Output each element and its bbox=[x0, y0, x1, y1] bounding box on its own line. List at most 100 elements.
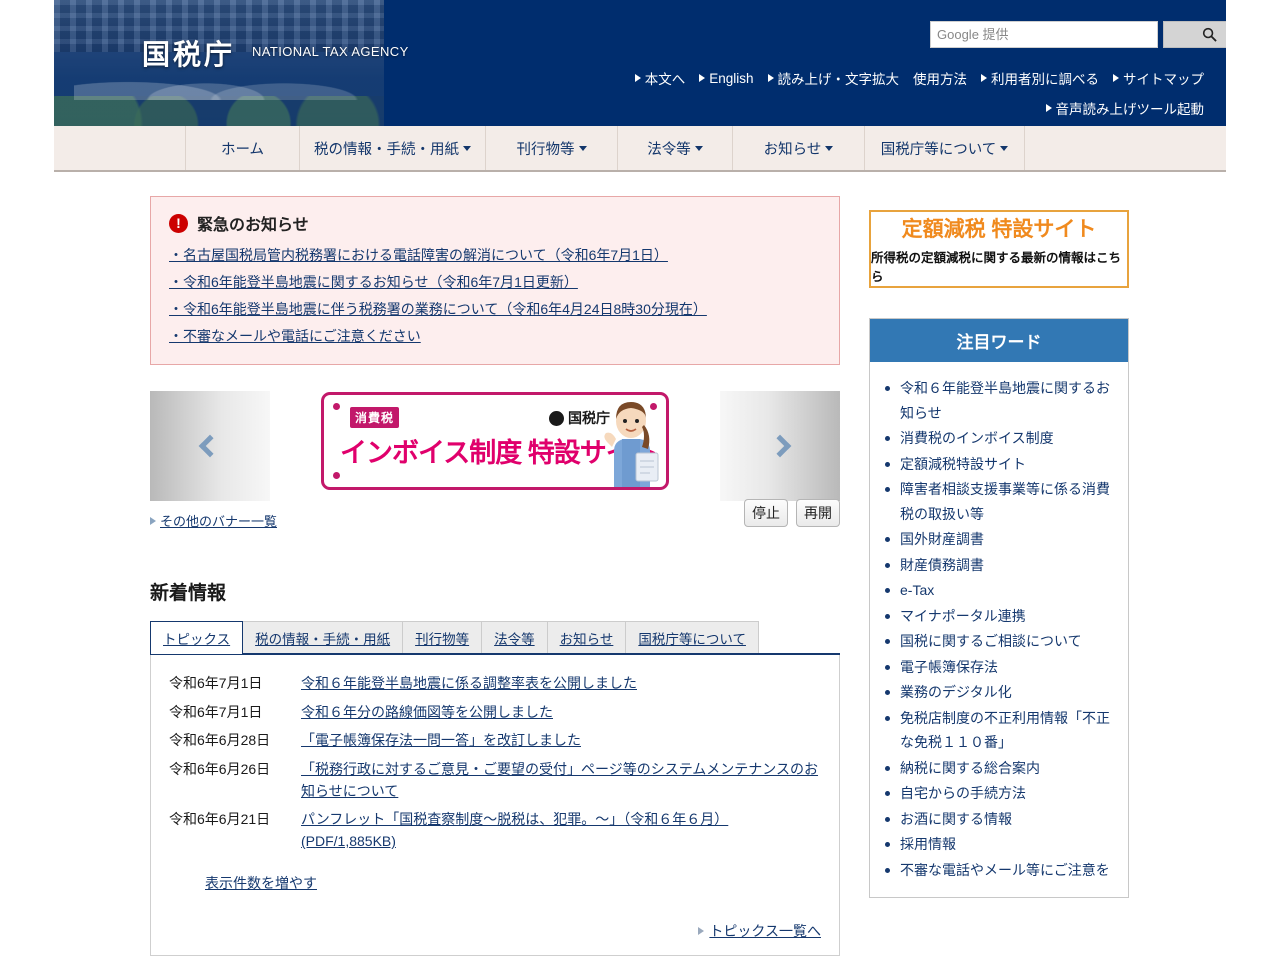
triangle-bullet-icon bbox=[1113, 74, 1119, 82]
news-item-link[interactable]: 「税務行政に対するご意見・ご要望の受付」ページ等のシステムメンテナンスのお知らせ… bbox=[301, 759, 821, 802]
keyword-label[interactable]: マイナポータル連携 bbox=[900, 608, 1026, 624]
keyword-label[interactable]: 国外財産調書 bbox=[900, 531, 984, 547]
util-nav-label[interactable]: 本文へ bbox=[645, 68, 686, 88]
news-tab-トピックス[interactable]: トピックス bbox=[150, 621, 244, 654]
sidebar-promo-banner[interactable]: 定額減税 特設サイト 所得税の定額減税に関する最新の情報はこちら bbox=[869, 210, 1129, 288]
emergency-header: ! 緊急のお知らせ bbox=[169, 211, 821, 235]
news-item-date: 令和6年6月26日 bbox=[169, 761, 271, 778]
keyword-label[interactable]: 自宅からの手続方法 bbox=[900, 785, 1026, 801]
util-nav-label[interactable]: English bbox=[709, 71, 753, 86]
keyword-label[interactable]: e-Tax bbox=[900, 582, 934, 598]
news-tab-お知らせ[interactable]: お知らせ bbox=[546, 621, 627, 653]
keyword-item[interactable]: 不審な電話やメール等にご注意を bbox=[885, 858, 1118, 883]
news-item-link[interactable]: 令和６年分の路線価図等を公開しました bbox=[301, 702, 821, 724]
gnav-item-国税庁等について[interactable]: 国税庁等について bbox=[865, 126, 1025, 170]
keyword-label[interactable]: 免税店制度の不正利用情報「不正な免税１１０番」 bbox=[900, 710, 1110, 751]
keyword-item[interactable]: e-Tax bbox=[885, 578, 1118, 603]
search-button[interactable] bbox=[1163, 21, 1226, 48]
util-nav-label[interactable]: 音声読み上げツール起動 bbox=[1056, 98, 1205, 118]
util-nav-label[interactable]: 利用者別に調べる bbox=[991, 68, 1099, 88]
carousel-next-button[interactable] bbox=[720, 391, 840, 501]
triangle-bullet-icon bbox=[1045, 104, 1052, 112]
carousel-banner-invoice[interactable]: 消費税 国税庁 インボイス制度 特設サイト bbox=[321, 392, 669, 490]
keyword-item[interactable]: 電子帳簿保存法 bbox=[885, 655, 1118, 680]
keyword-item[interactable]: 財産債務調書 bbox=[885, 553, 1118, 578]
news-item-link[interactable]: 「電子帳簿保存法一問一答」を改訂しました bbox=[301, 730, 821, 752]
keyword-item[interactable]: 採用情報 bbox=[885, 832, 1118, 857]
gnav-item-ホーム[interactable]: ホーム bbox=[186, 126, 300, 170]
emergency-link[interactable]: ・令和6年能登半島地震に関するお知らせ（令和6年7月1日更新） bbox=[169, 272, 821, 292]
keyword-item[interactable]: 国外財産調書 bbox=[885, 527, 1118, 552]
carousel-prev-button[interactable] bbox=[150, 391, 270, 501]
keyword-item[interactable]: お酒に関する情報 bbox=[885, 807, 1118, 832]
banner-dot bbox=[333, 403, 340, 410]
page-root: 国税庁 NATIONAL TAX AGENCY 本文へ English 読み上げ・文… bbox=[0, 0, 1280, 960]
emergency-link[interactable]: ・不審なメールや電話にご注意ください bbox=[169, 326, 821, 346]
carousel-resume-button[interactable]: 再開 bbox=[796, 499, 840, 527]
keyword-label[interactable]: 障害者相談支援事業等に係る消費税の取扱い等 bbox=[900, 481, 1110, 522]
util-nav-item[interactable]: 利用者別に調べる bbox=[981, 68, 1099, 88]
keyword-label[interactable]: 消費税のインボイス制度 bbox=[900, 430, 1054, 446]
all-topics-link[interactable]: トピックス一覧へ bbox=[709, 921, 821, 941]
keyword-item[interactable]: 令和６年能登半島地震に関するお知らせ bbox=[885, 376, 1118, 425]
keyword-item[interactable]: マイナポータル連携 bbox=[885, 604, 1118, 629]
news-tab-国税庁等について[interactable]: 国税庁等について bbox=[625, 621, 759, 653]
keyword-item[interactable]: 免税店制度の不正利用情報「不正な免税１１０番」 bbox=[885, 706, 1118, 755]
util-nav-label[interactable]: 読み上げ・文字拡大 bbox=[778, 68, 900, 88]
news-tabs: トピックス 税の情報・手続・用紙 刊行物等 法令等 お知らせ 国税庁等について bbox=[150, 621, 840, 655]
news-show-more-link[interactable]: 表示件数を増やす bbox=[205, 875, 317, 891]
triangle-bullet-icon bbox=[981, 74, 987, 82]
emergency-link[interactable]: ・名古屋国税局管内税務署における電話障害の解消について（令和6年7月1日） bbox=[169, 245, 821, 265]
util-nav-label[interactable]: 使用方法 bbox=[913, 68, 967, 88]
keyword-label[interactable]: お酒に関する情報 bbox=[900, 811, 1012, 827]
keyword-label[interactable]: 電子帳簿保存法 bbox=[900, 659, 998, 675]
other-banners-link[interactable]: その他のバナー一覧 bbox=[160, 511, 277, 530]
keyword-label[interactable]: 業務のデジタル化 bbox=[900, 684, 1012, 700]
emergency-link[interactable]: ・令和6年能登半島地震に伴う税務署の業務について（令和6年4月24日8時30分現… bbox=[169, 299, 821, 319]
util-nav-item[interactable]: 読み上げ・文字拡大 bbox=[767, 68, 900, 88]
gnav-item-label: 刊行物等 bbox=[516, 141, 575, 158]
util-nav-label[interactable]: サイトマップ bbox=[1123, 68, 1204, 88]
gnav-item-税の情報・手続・用紙[interactable]: 税の情報・手続・用紙 bbox=[300, 126, 486, 170]
keyword-item[interactable]: 定額減税特設サイト bbox=[885, 452, 1118, 477]
news-item-link[interactable]: 令和６年能登半島地震に係る調整率表を公開しました bbox=[301, 673, 821, 695]
keyword-label[interactable]: 国税に関するご相談について bbox=[900, 633, 1082, 649]
gnav-item-法令等[interactable]: 法令等 bbox=[618, 126, 733, 170]
keyword-label[interactable]: 令和６年能登半島地震に関するお知らせ bbox=[900, 380, 1110, 421]
keyword-item[interactable]: 消費税のインボイス制度 bbox=[885, 426, 1118, 451]
keyword-label[interactable]: 納税に関する総合案内 bbox=[900, 760, 1040, 776]
util-nav-item[interactable]: English bbox=[699, 71, 754, 86]
chevron-down-icon bbox=[1000, 145, 1009, 151]
news-tab-法令等[interactable]: 法令等 bbox=[481, 621, 548, 653]
agency-seal-icon bbox=[549, 410, 564, 426]
search-icon bbox=[1202, 27, 1217, 42]
promo-title: 定額減税 特設サイト bbox=[901, 218, 1097, 241]
keyword-item[interactable]: 納税に関する総合案内 bbox=[885, 756, 1118, 781]
util-nav-item[interactable]: 音声読み上げツール起動 bbox=[1045, 98, 1205, 118]
keyword-label[interactable]: 財産債務調書 bbox=[900, 557, 984, 573]
gnav-item-label: ホーム bbox=[220, 141, 265, 158]
util-nav-item[interactable]: サイトマップ bbox=[1113, 68, 1204, 88]
keyword-label[interactable]: 不審な電話やメール等にご注意を bbox=[900, 862, 1110, 878]
keyword-item[interactable]: 業務のデジタル化 bbox=[885, 680, 1118, 705]
gnav-item-刊行物等[interactable]: 刊行物等 bbox=[486, 126, 618, 170]
util-nav-item[interactable]: 使用方法 bbox=[913, 68, 967, 88]
news-item-link[interactable]: パンフレット「国税査察制度～脱税は、犯罪。～」（令和６年６月）(PDF/1,88… bbox=[301, 809, 821, 852]
gnav-item-お知らせ[interactable]: お知らせ bbox=[733, 126, 865, 170]
search-input[interactable] bbox=[930, 21, 1158, 48]
keyword-item[interactable]: 障害者相談支援事業等に係る消費税の取扱い等 bbox=[885, 477, 1118, 526]
keyword-item[interactable]: 自宅からの手続方法 bbox=[885, 781, 1118, 806]
keyword-label[interactable]: 採用情報 bbox=[900, 836, 956, 852]
carousel-stop-button[interactable]: 停止 bbox=[744, 499, 788, 527]
keyword-item[interactable]: 国税に関するご相談について bbox=[885, 629, 1118, 654]
news-tab-刊行物等[interactable]: 刊行物等 bbox=[402, 621, 483, 653]
util-nav-item[interactable]: 本文へ bbox=[634, 68, 686, 88]
news-item-date: 令和6年7月1日 bbox=[169, 675, 263, 691]
utility-nav-row2: 音声読み上げツール起動 bbox=[1036, 98, 1205, 118]
news-item-date: 令和6年6月28日 bbox=[169, 732, 271, 749]
news-section-title: 新着情報 bbox=[150, 583, 227, 604]
news-tab-税の情報・手続・用紙[interactable]: 税の情報・手続・用紙 bbox=[242, 621, 404, 653]
site-logo-jp[interactable]: 国税庁 bbox=[142, 33, 235, 73]
keyword-label[interactable]: 定額減税特設サイト bbox=[900, 456, 1026, 472]
gnav-right-spacer bbox=[1025, 126, 1226, 170]
